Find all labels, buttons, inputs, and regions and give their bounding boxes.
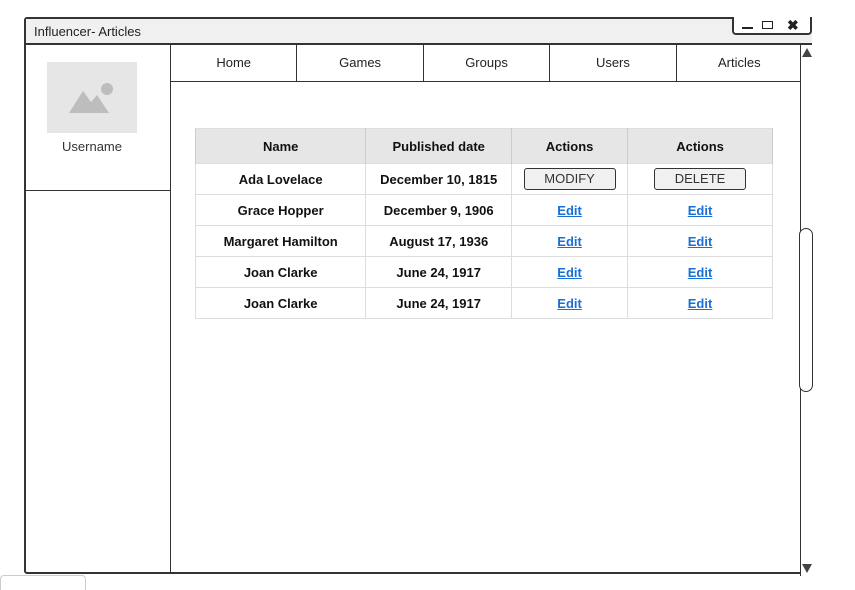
cell-date: August 17, 1936	[365, 225, 513, 257]
modify-button[interactable]: MODIFY	[523, 168, 616, 190]
delete-button[interactable]: DELETE	[654, 168, 747, 190]
cell-action: Edit	[511, 225, 629, 257]
cell-action: Edit	[511, 194, 629, 226]
table-row: Joan Clarke June 24, 1917 Edit Edit	[194, 256, 773, 288]
avatar	[47, 62, 137, 133]
window-title: Influencer- Articles	[34, 24, 141, 39]
cell-name: Joan Clarke	[194, 287, 367, 319]
cell-action: Edit	[627, 256, 773, 288]
cell-name: Ada Lovelace	[194, 163, 367, 195]
app-window: Influencer- Articles ✖ Username Home Gam…	[24, 17, 813, 576]
sidebar: Username	[26, 45, 171, 572]
edit-link[interactable]: Edit	[557, 234, 582, 249]
vertical-scrollbar[interactable]	[799, 45, 813, 576]
edit-link[interactable]: Edit	[557, 296, 582, 311]
cell-date: June 24, 1917	[365, 256, 513, 288]
header-published-date: Published date	[365, 128, 513, 164]
cell-action: Edit	[627, 194, 773, 226]
table-row: Ada Lovelace December 10, 1815 MODIFY DE…	[194, 163, 773, 195]
cell-action: MODIFY	[511, 163, 629, 195]
nav-home[interactable]: Home	[171, 45, 298, 81]
user-profile: Username	[26, 45, 170, 191]
cell-action: DELETE	[627, 163, 773, 195]
scroll-up-icon[interactable]	[802, 48, 812, 57]
cell-action: Edit	[627, 287, 773, 319]
edit-link[interactable]: Edit	[688, 234, 713, 249]
edit-link[interactable]: Edit	[688, 296, 713, 311]
scroll-down-icon[interactable]	[802, 564, 812, 573]
table-row: Margaret Hamilton August 17, 1936 Edit E…	[194, 225, 773, 257]
header-name: Name	[194, 128, 367, 164]
cell-name: Grace Hopper	[194, 194, 367, 226]
edit-link[interactable]: Edit	[557, 265, 582, 280]
nav-games[interactable]: Games	[297, 45, 424, 81]
cell-action: Edit	[511, 256, 629, 288]
title-bar: Influencer- Articles ✖	[26, 17, 812, 45]
cell-name: Margaret Hamilton	[194, 225, 367, 257]
bottom-tab-fragment	[0, 575, 86, 590]
edit-link[interactable]: Edit	[688, 203, 713, 218]
edit-link[interactable]: Edit	[557, 203, 582, 218]
scroll-thumb[interactable]	[799, 228, 813, 392]
username-label: Username	[62, 139, 122, 154]
cell-action: Edit	[627, 225, 773, 257]
cell-date: June 24, 1917	[365, 287, 513, 319]
cell-name: Joan Clarke	[194, 256, 367, 288]
close-icon[interactable]: ✖	[787, 17, 799, 33]
nav-users[interactable]: Users	[550, 45, 677, 81]
edit-link[interactable]: Edit	[688, 265, 713, 280]
header-actions: Actions	[627, 128, 773, 164]
articles-table: Name Published date Actions Actions Ada …	[194, 128, 773, 319]
table-header-row: Name Published date Actions Actions	[194, 128, 773, 164]
header-actions: Actions	[511, 128, 629, 164]
nav-groups[interactable]: Groups	[424, 45, 551, 81]
cell-date: December 10, 1815	[365, 163, 513, 195]
cell-action: Edit	[511, 287, 629, 319]
table-row: Joan Clarke June 24, 1917 Edit Edit	[194, 287, 773, 319]
window-controls: ✖	[732, 17, 812, 35]
table-row: Grace Hopper December 9, 1906 Edit Edit	[194, 194, 773, 226]
image-placeholder-icon	[69, 83, 113, 113]
cell-date: December 9, 1906	[365, 194, 513, 226]
nav-articles[interactable]: Articles	[677, 45, 802, 81]
top-nav: Home Games Groups Users Articles	[171, 45, 802, 82]
